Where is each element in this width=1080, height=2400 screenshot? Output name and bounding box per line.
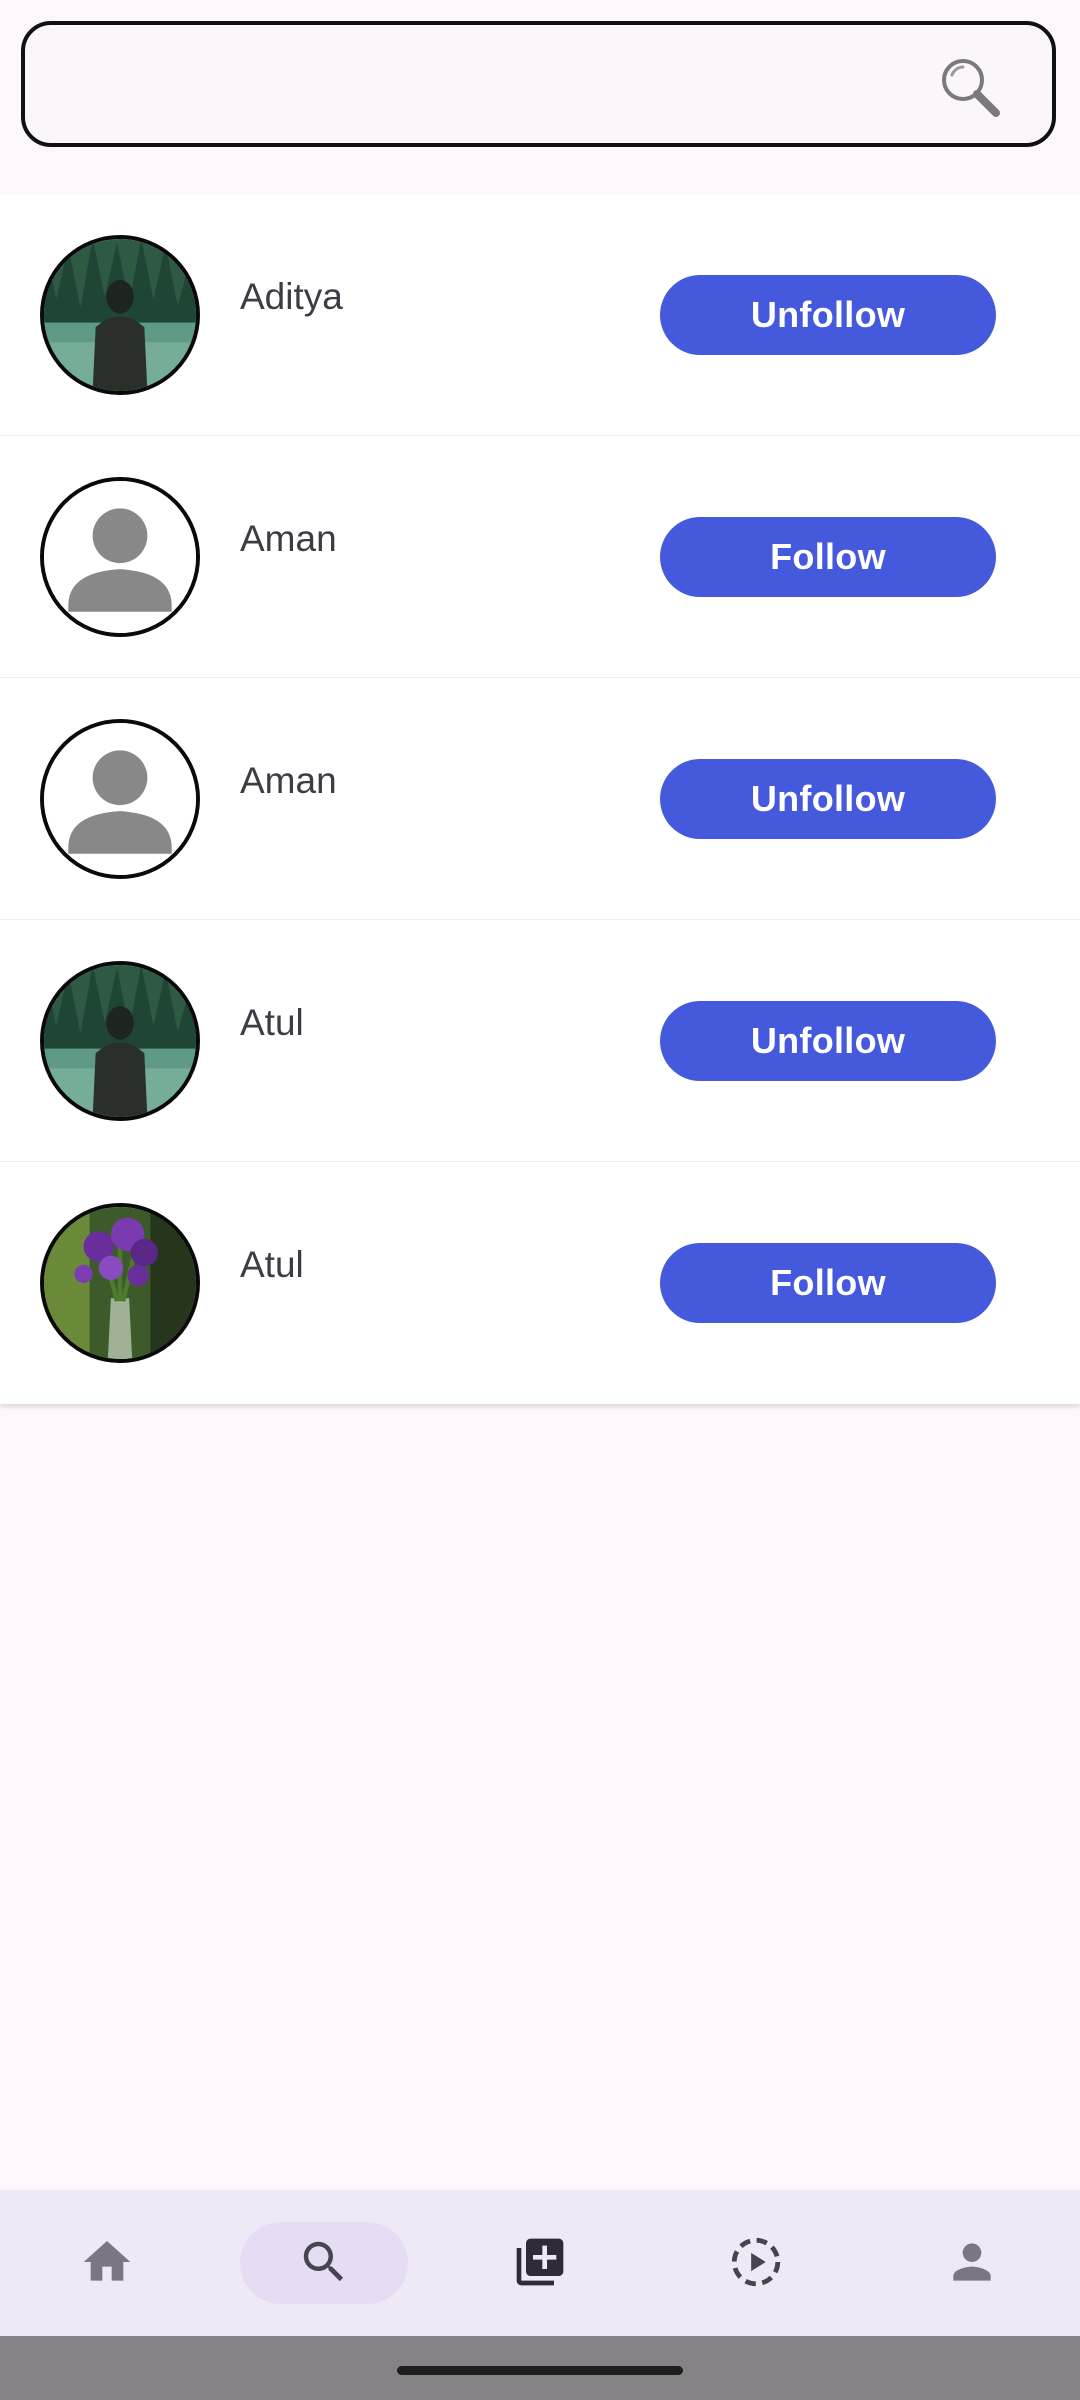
nav-search[interactable]	[284, 2222, 364, 2302]
avatar[interactable]	[40, 235, 200, 395]
list-item[interactable]: Atul Unfollow	[0, 920, 1080, 1162]
nav-home[interactable]	[67, 2222, 147, 2302]
follow-button[interactable]: Follow	[660, 517, 996, 597]
user-list: Aditya Unfollow Aman Follow Aman Unfollo…	[0, 194, 1080, 1404]
unfollow-button[interactable]: Unfollow	[660, 759, 996, 839]
list-item[interactable]: Aman Unfollow	[0, 678, 1080, 920]
profile-icon	[953, 2243, 991, 2281]
search-input[interactable]	[55, 45, 939, 127]
unfollow-button[interactable]: Unfollow	[660, 275, 996, 355]
bottom-navigation	[0, 2190, 1080, 2336]
list-item[interactable]: Aditya Unfollow	[0, 194, 1080, 436]
user-name: Atul	[240, 1244, 304, 1285]
user-name: Aditya	[240, 276, 343, 317]
nav-reels[interactable]	[716, 2222, 796, 2302]
search-icon[interactable]	[936, 53, 1006, 123]
user-name: Atul	[240, 1002, 304, 1043]
avatar[interactable]	[40, 719, 200, 879]
reels-icon	[731, 2237, 781, 2287]
search-box[interactable]	[21, 21, 1056, 147]
avatar[interactable]	[40, 961, 200, 1121]
list-item[interactable]: Aman Follow	[0, 436, 1080, 678]
avatar[interactable]	[40, 1203, 200, 1363]
user-name: Aman	[240, 760, 337, 801]
nav-add-post[interactable]	[500, 2222, 580, 2302]
system-navigation-bar	[0, 2336, 1080, 2400]
nav-profile[interactable]	[932, 2222, 1012, 2302]
unfollow-button[interactable]: Unfollow	[660, 1001, 996, 1081]
home-icon	[83, 2241, 131, 2281]
follow-button[interactable]: Follow	[660, 1243, 996, 1323]
list-item[interactable]: Atul Follow	[0, 1162, 1080, 1404]
search-icon	[303, 2241, 344, 2282]
home-gesture-handle[interactable]	[397, 2366, 683, 2375]
avatar[interactable]	[40, 477, 200, 637]
add-post-icon	[516, 2238, 564, 2286]
search-bar-container	[0, 0, 1080, 192]
user-name: Aman	[240, 518, 337, 559]
